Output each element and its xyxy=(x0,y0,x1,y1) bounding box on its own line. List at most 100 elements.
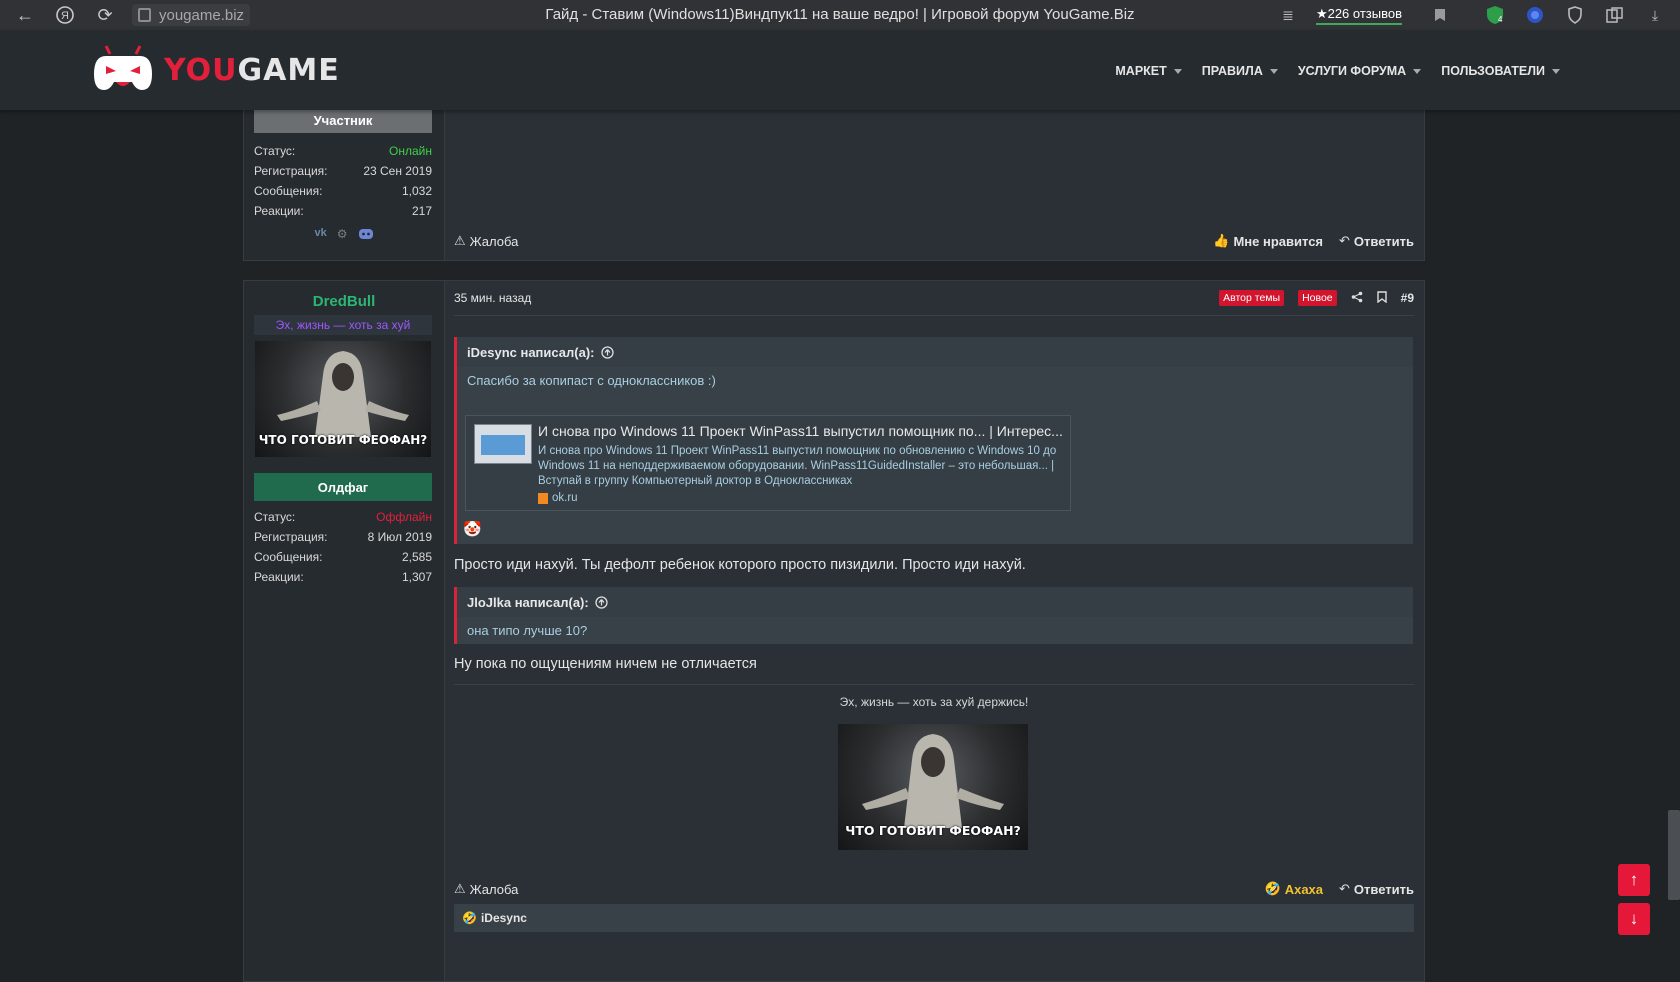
stat-messages: Сообщения: 2,585 xyxy=(254,550,432,564)
caret-down-icon xyxy=(1173,68,1182,74)
yandex-icon[interactable]: Я xyxy=(54,4,76,26)
bookmark-post-icon[interactable] xyxy=(1376,290,1387,306)
user-rank-banner: Участник xyxy=(254,107,432,133)
thumbs-up-icon: 👍 xyxy=(1213,233,1230,248)
jump-up-icon[interactable] xyxy=(600,345,614,359)
quote-text: Спасибо за копипаст с одноклассников :) xyxy=(467,373,716,388)
nav-services[interactable]: УСЛУГИ ФОРУМА xyxy=(1298,64,1422,78)
link-preview-description: И снова про Windows 11 Проект WinPass11 … xyxy=(538,445,1057,487)
post-header-actions: Автор темы Новое #9 xyxy=(1205,290,1414,306)
reply-icon: ↶ xyxy=(1339,881,1350,896)
discord-icon[interactable] xyxy=(358,227,374,245)
site-logo[interactable]: YOUGAME xyxy=(92,44,340,96)
user-avatar[interactable]: ЧТО ГОТОВИТ ФЕОФАН? xyxy=(255,341,431,457)
post-footer: ⚠ Жалоба 🤣 Ахаха ↶ Ответить xyxy=(454,881,1414,897)
author-badge: Автор темы xyxy=(1219,290,1285,306)
svg-text:4: 4 xyxy=(1498,15,1503,24)
link-preview-card[interactable]: И снова про Windows 11 Проект WinPass11 … xyxy=(465,415,1071,511)
jump-up-icon[interactable] xyxy=(595,595,608,609)
nav-users[interactable]: ПОЛЬЗОВАТЕЛИ xyxy=(1441,64,1560,78)
scroll-down-button[interactable]: ↓ xyxy=(1618,903,1650,935)
post-footer: ⚠ Жалоба 👍 Мне нравится ↶ Ответить xyxy=(454,233,1414,249)
post-time[interactable]: 35 мин. назад xyxy=(454,291,531,305)
site-header: YOUGAME МАРКЕТ ПРАВИЛА УСЛУГИ ФОРУМА ПОЛ… xyxy=(0,30,1680,110)
ok-ru-icon xyxy=(538,492,548,504)
new-badge: Новое xyxy=(1298,290,1337,306)
laugh-emoji-icon: 🤣 xyxy=(1264,881,1281,896)
bookmark-icon[interactable] xyxy=(1429,4,1451,26)
link-preview-thumbnail xyxy=(474,424,532,464)
like-button[interactable]: 👍 Мне нравится xyxy=(1213,233,1323,249)
nav-market[interactable]: МАРКЕТ xyxy=(1115,64,1182,78)
reply-button[interactable]: ↶ Ответить xyxy=(1339,881,1414,897)
signature-image: ЧТО ГОТОВИТ ФЕОФАН? xyxy=(838,724,1028,850)
post-text-1: Просто иди нахуй. Ты дефолт ребенок кото… xyxy=(454,557,1026,573)
reviews-badge[interactable]: ★226 отзывов xyxy=(1315,6,1402,25)
reactions-bar[interactable]: 🤣 iDesync xyxy=(454,904,1414,932)
reaction-button[interactable]: 🤣 Ахаха xyxy=(1265,881,1324,897)
download-icon[interactable]: ⤓ xyxy=(1644,4,1666,26)
clown-emoji-icon: 🤡 xyxy=(463,521,482,538)
scrollbar-thumb[interactable] xyxy=(1668,810,1680,900)
reload-icon[interactable]: ⟳ xyxy=(94,4,116,26)
logo-text: YOUGAME xyxy=(164,52,340,88)
laugh-emoji-icon: 🤣 xyxy=(462,911,477,925)
protect-icon[interactable] xyxy=(1564,4,1586,26)
collections-icon[interactable] xyxy=(1604,4,1626,26)
report-button[interactable]: ⚠ Жалоба xyxy=(454,233,518,249)
share-icon[interactable] xyxy=(1351,291,1363,306)
warning-icon: ⚠ xyxy=(454,233,466,248)
warning-icon: ⚠ xyxy=(454,881,466,896)
globe-extension-icon[interactable] xyxy=(1524,4,1546,26)
post-text-2: Ну пока по ощущениям ничем не отличается xyxy=(454,656,757,672)
post-previous: Участник Статус: Онлайн Регистрация: 23 Се… xyxy=(243,96,1425,261)
nav-rules[interactable]: ПРАВИЛА xyxy=(1202,64,1278,78)
browser-toolbar: ← Я ⟳ yougame.biz Гайд - Ставим (Windows… xyxy=(0,0,1680,30)
steam-icon[interactable]: ⚙ xyxy=(337,227,348,245)
stat-registration: Регистрация: 23 Сен 2019 xyxy=(254,164,432,178)
reply-button[interactable]: ↶ Ответить xyxy=(1339,233,1414,249)
post-9: DredBull Эх, жизнь — хоть за хуй ЧТО ГОТ… xyxy=(243,280,1425,982)
quote-text: она типо лучше 10? xyxy=(467,623,588,638)
report-button[interactable]: ⚠ Жалоба xyxy=(454,881,518,897)
quote-header[interactable]: JloJlka написал(а): xyxy=(457,587,1413,617)
signature-caption: ЧТО ГОТОВИТ ФЕОФАН? xyxy=(845,823,1021,838)
stat-reactions: Реакции: 1,307 xyxy=(254,570,432,584)
url-text: yougame.biz xyxy=(159,6,245,24)
quote-block: iDesync написал(а): Спасибо за копипаст … xyxy=(454,337,1413,544)
signature-divider xyxy=(454,684,1414,685)
caret-down-icon xyxy=(1413,68,1422,74)
caret-down-icon xyxy=(1269,68,1278,74)
post-user-sidebar: Участник Статус: Онлайн Регистрация: 23 Се… xyxy=(244,97,445,260)
user-stats: Статус: Онлайн Регистрация: 23 Сен 2019 Со… xyxy=(254,141,432,221)
link-preview-domain: ok.ru xyxy=(538,492,578,504)
vk-icon[interactable]: vk xyxy=(314,227,326,245)
svg-text:Я: Я xyxy=(61,10,69,22)
user-stats: Статус: Оффлайн Регистрация: 8 Июл 2019 Со… xyxy=(254,507,432,587)
reply-icon: ↶ xyxy=(1339,233,1350,248)
link-preview-title[interactable]: И снова про Windows 11 Проект WinPass11 … xyxy=(538,423,1066,439)
main-nav: МАРКЕТ ПРАВИЛА УСЛУГИ ФОРУМА ПОЛЬЗОВАТЕЛ… xyxy=(1095,64,1560,78)
stat-messages: Сообщения: 1,032 xyxy=(254,184,432,198)
quote-header[interactable]: iDesync написал(а): xyxy=(457,337,1413,367)
user-rank-banner: Олдфаг xyxy=(254,473,432,501)
scroll-up-button[interactable]: ↑ xyxy=(1618,864,1650,896)
stat-status: Статус: Онлайн xyxy=(254,144,432,158)
reader-mode-icon[interactable]: ≣ xyxy=(1277,4,1299,26)
social-links: vk ⚙ xyxy=(244,227,444,245)
post-user-sidebar: DredBull Эх, жизнь — хоть за хуй ЧТО ГОТ… xyxy=(244,281,445,981)
quote-block: JloJlka написал(а): она типо лучше 10? xyxy=(454,587,1413,644)
post-number-link[interactable]: #9 xyxy=(1401,291,1414,305)
gamepad-logo-icon xyxy=(92,44,154,96)
address-bar[interactable]: yougame.biz xyxy=(132,4,251,26)
stat-status: Статус: Оффлайн xyxy=(254,510,432,524)
username-link[interactable]: DredBull xyxy=(244,293,444,310)
user-title-banner: Эх, жизнь — хоть за хуй xyxy=(254,315,432,335)
caret-down-icon xyxy=(1552,68,1560,74)
signature-text: Эх, жизнь — хоть за хуй держись! xyxy=(839,695,1029,709)
avatar-caption: ЧТО ГОТОВИТ ФЕОФАН? xyxy=(258,433,428,447)
stat-registration: Регистрация: 8 Июл 2019 xyxy=(254,530,432,544)
shield-extension-icon[interactable]: 4 xyxy=(1484,4,1506,26)
post-header: 35 мин. назад Автор темы Новое #9 xyxy=(454,281,1414,316)
back-icon[interactable]: ← xyxy=(14,4,36,26)
